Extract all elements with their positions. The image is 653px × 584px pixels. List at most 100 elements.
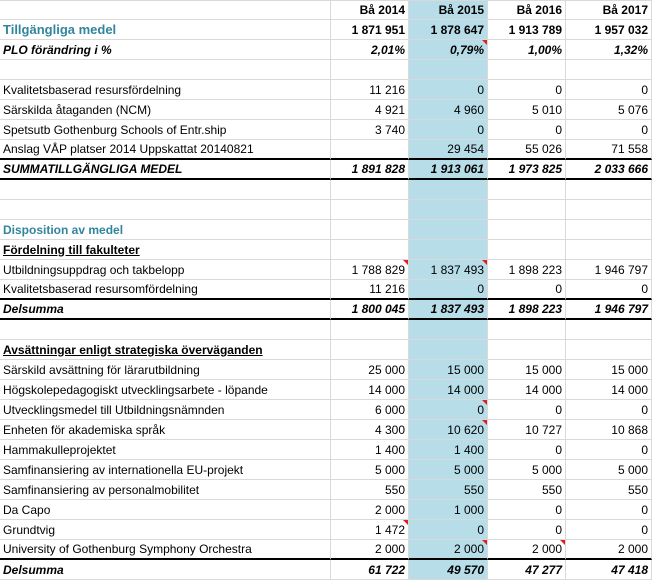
row-label-grundtvig[interactable]: Grundtvig (0, 520, 331, 540)
cell-utbuppdrag-2016[interactable]: 1 898 223 (488, 260, 566, 280)
cell-delsumma2-2015[interactable]: 49 570 (409, 560, 488, 580)
cell-samfineu-2014[interactable]: 5 000 (331, 460, 409, 480)
cell-dacapo-2014[interactable]: 2 000 (331, 500, 409, 520)
cell-delsumma2-2017[interactable]: 47 418 (566, 560, 652, 580)
cell-utvmedel-2015[interactable]: 0 (409, 400, 488, 420)
section-title-avsattningar[interactable]: Avsättningar enligt strategiska överväga… (0, 340, 331, 360)
cell-spetsutb-2016[interactable]: 0 (488, 120, 566, 140)
header-ba2015[interactable]: Bå 2015 (409, 0, 488, 20)
blank-cell[interactable] (331, 240, 409, 260)
cell-utvmedel-2016[interactable]: 0 (488, 400, 566, 420)
cell-lararutb-2016[interactable]: 15 000 (488, 360, 566, 380)
blank-cell[interactable] (0, 180, 331, 200)
cell-kvalomf-2015[interactable]: 0 (409, 280, 488, 300)
blank-cell[interactable] (331, 200, 409, 220)
cell-kval-2015[interactable]: 0 (409, 80, 488, 100)
blank-cell[interactable] (409, 220, 488, 240)
cell-plo-2017[interactable]: 1,32% (566, 40, 652, 60)
cell-tillgangliga-2016[interactable]: 1 913 789 (488, 20, 566, 40)
cell-symphony-2016[interactable]: 2 000 (488, 540, 566, 560)
cell-anslag-2017[interactable]: 71 558 (566, 140, 652, 160)
cell-samfinpers-2015[interactable]: 550 (409, 480, 488, 500)
cell-dacapo-2015[interactable]: 1 000 (409, 500, 488, 520)
cell-utvmedel-2014[interactable]: 6 000 (331, 400, 409, 420)
cell-delsumma2-2016[interactable]: 47 277 (488, 560, 566, 580)
cell-sarskilda-2014[interactable]: 4 921 (331, 100, 409, 120)
blank-cell[interactable] (409, 240, 488, 260)
blank-cell[interactable] (488, 60, 566, 80)
blank-cell[interactable] (409, 180, 488, 200)
cell-utbuppdrag-2015[interactable]: 1 837 493 (409, 260, 488, 280)
cell-kvalomf-2016[interactable]: 0 (488, 280, 566, 300)
blank-cell[interactable] (488, 200, 566, 220)
row-label-summa[interactable]: SUMMATILLGÄNGLIGA MEDEL (0, 160, 331, 180)
cell-utbuppdrag-2017[interactable]: 1 946 797 (566, 260, 652, 280)
blank-cell[interactable] (566, 240, 652, 260)
cell-utvmedel-2017[interactable]: 0 (566, 400, 652, 420)
blank-cell[interactable] (0, 60, 331, 80)
cell-akadsprak-2014[interactable]: 4 300 (331, 420, 409, 440)
cell-dacapo-2017[interactable]: 0 (566, 500, 652, 520)
row-label-anslag[interactable]: Anslag VÅP platser 2014 Uppskattat 20140… (0, 140, 331, 160)
cell-anslag-2016[interactable]: 55 026 (488, 140, 566, 160)
blank-cell[interactable] (566, 320, 652, 340)
cell-kvalomf-2014[interactable]: 11 216 (331, 280, 409, 300)
row-label-plo[interactable]: PLO förändring i % (0, 40, 331, 60)
cell-spetsutb-2017[interactable]: 0 (566, 120, 652, 140)
cell-sarskilda-2017[interactable]: 5 076 (566, 100, 652, 120)
blank-cell[interactable] (566, 60, 652, 80)
blank-cell[interactable] (488, 320, 566, 340)
cell-delsumma1-2015[interactable]: 1 837 493 (409, 300, 488, 320)
row-label-hammakulleprojektet[interactable]: Hammakulleprojektet (0, 440, 331, 460)
section-title-fordelning[interactable]: Fördelning till fakulteter (0, 240, 331, 260)
blank-cell[interactable] (0, 320, 331, 340)
cell-kval-2017[interactable]: 0 (566, 80, 652, 100)
cell-tillgangliga-2017[interactable]: 1 957 032 (566, 20, 652, 40)
cell-delsumma1-2016[interactable]: 1 898 223 (488, 300, 566, 320)
cell-kval-2016[interactable]: 0 (488, 80, 566, 100)
row-label-utbildningsuppdrag[interactable]: Utbildningsuppdrag och takbelopp (0, 260, 331, 280)
cell-symphony-2014[interactable]: 2 000 (331, 540, 409, 560)
blank-cell[interactable] (331, 220, 409, 240)
cell-delsumma1-2017[interactable]: 1 946 797 (566, 300, 652, 320)
cell-anslag-2014[interactable] (331, 140, 409, 160)
cell-hogskoleped-2017[interactable]: 14 000 (566, 380, 652, 400)
blank-cell[interactable] (331, 180, 409, 200)
cell-lararutb-2015[interactable]: 15 000 (409, 360, 488, 380)
row-label-tillgangliga-medel[interactable]: Tillgängliga medel (0, 20, 331, 40)
cell-samfinpers-2014[interactable]: 550 (331, 480, 409, 500)
row-label-sarskilda[interactable]: Särskilda åtaganden (NCM) (0, 100, 331, 120)
cell-grundtvig-2016[interactable]: 0 (488, 520, 566, 540)
blank-cell[interactable] (566, 220, 652, 240)
cell-plo-2014[interactable]: 2,01% (331, 40, 409, 60)
cell-samfinpers-2016[interactable]: 550 (488, 480, 566, 500)
row-label-symphony-orchestra[interactable]: University of Gothenburg Symphony Orches… (0, 540, 331, 560)
blank-cell[interactable] (331, 320, 409, 340)
blank-cell[interactable] (409, 60, 488, 80)
cell-hammakulle-2015[interactable]: 1 400 (409, 440, 488, 460)
cell-grundtvig-2015[interactable]: 0 (409, 520, 488, 540)
row-label-da-capo[interactable]: Da Capo (0, 500, 331, 520)
cell-samfineu-2015[interactable]: 5 000 (409, 460, 488, 480)
header-ba2017[interactable]: Bå 2017 (566, 0, 652, 20)
cell-tillgangliga-2015[interactable]: 1 878 647 (409, 20, 488, 40)
header-ba2016[interactable]: Bå 2016 (488, 0, 566, 20)
cell-plo-2016[interactable]: 1,00% (488, 40, 566, 60)
blank-cell[interactable] (488, 220, 566, 240)
cell-lararutb-2014[interactable]: 25 000 (331, 360, 409, 380)
cell-hogskoleped-2014[interactable]: 14 000 (331, 380, 409, 400)
blank-cell[interactable] (331, 60, 409, 80)
blank-cell[interactable] (409, 200, 488, 220)
row-label-samfinansiering-personal[interactable]: Samfinansiering av personalmobilitet (0, 480, 331, 500)
cell-akadsprak-2016[interactable]: 10 727 (488, 420, 566, 440)
cell-tillgangliga-2014[interactable]: 1 871 951 (331, 20, 409, 40)
row-label-utvecklingsmedel[interactable]: Utvecklingsmedel till Utbildningsnämnden (0, 400, 331, 420)
blank-cell[interactable] (331, 340, 409, 360)
cell-dacapo-2016[interactable]: 0 (488, 500, 566, 520)
cell-grundtvig-2014[interactable]: 1 472 (331, 520, 409, 540)
cell-hogskoleped-2015[interactable]: 14 000 (409, 380, 488, 400)
cell-akadsprak-2017[interactable]: 10 868 (566, 420, 652, 440)
cell-sarskilda-2015[interactable]: 4 960 (409, 100, 488, 120)
cell-symphony-2017[interactable]: 2 000 (566, 540, 652, 560)
cell-grundtvig-2017[interactable]: 0 (566, 520, 652, 540)
